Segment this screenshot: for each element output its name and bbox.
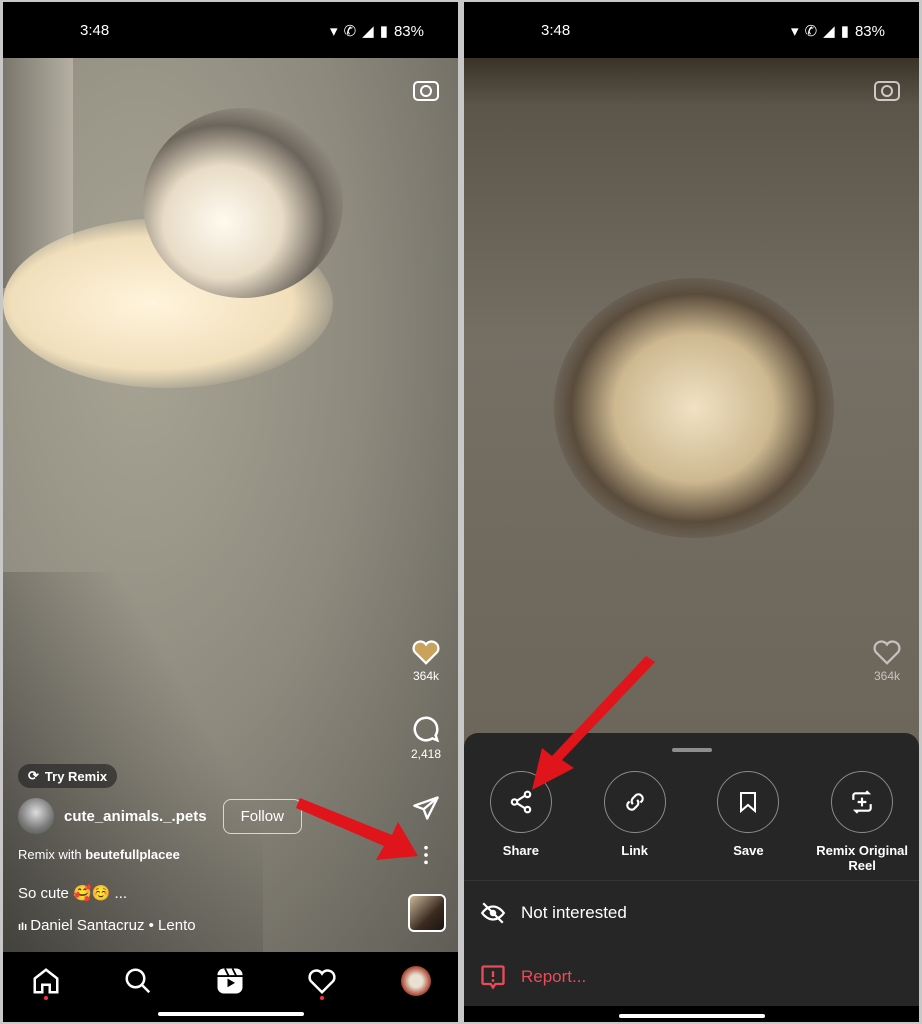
save-button[interactable]: Save [692,771,806,873]
audio-thumbnail[interactable] [408,894,446,932]
wifi-icon: ▾ [330,23,338,40]
activity-notification-dot [320,996,324,1000]
battery-icon: ▮ [840,23,849,40]
remix-original-reel-button[interactable]: Remix Original Reel [805,771,919,873]
reel-options-screen: 3:48 ▾ ✆ ◢ ▮ 83% 364k Share Link Save Remix … [464,2,919,1022]
eye-off-icon [480,902,506,924]
send-icon[interactable] [406,794,446,822]
gesture-bar [157,1012,304,1016]
divider [464,880,919,881]
signal-icon: ◢ [362,23,374,40]
author-avatar[interactable] [18,798,54,834]
like-icon[interactable] [411,638,441,666]
link-button[interactable]: Link [578,771,692,873]
try-remix-button[interactable]: ⟳ Try Remix [18,764,118,788]
link-icon [625,793,644,811]
remix-user-link[interactable]: beutefullplacee [85,847,180,862]
report-option[interactable]: Report... [479,963,586,991]
author-username[interactable]: cute_animals._.pets [64,808,207,825]
like-count: 364k [873,669,901,683]
home-notification-dot [44,996,48,1000]
battery-level: 83% [854,22,885,40]
status-bar: 3:48 ▾ ✆ ◢ ▮ 83% [464,2,919,58]
activity-heart-icon[interactable] [307,966,337,996]
remix-credit: Remix with beutefullplacee [18,847,180,862]
comment-count: 2,418 [410,747,442,761]
gesture-bar [618,1014,765,1018]
battery-icon: ▮ [379,23,388,40]
camera-icon[interactable] [412,78,440,102]
report-icon [481,965,505,990]
comment-icon[interactable] [411,714,441,744]
puppy-head [143,108,343,298]
like-count: 364k [412,669,440,683]
bottom-nav [3,952,458,1022]
profile-avatar[interactable] [401,966,431,996]
not-interested-option[interactable]: Not interested [479,900,627,926]
follow-button[interactable]: Follow [222,798,302,834]
puppy [554,278,834,538]
home-icon[interactable] [31,966,61,996]
remix-icon: ⟳ [28,768,39,783]
status-time: 3:48 [80,22,110,39]
audio-link[interactable]: ıIı Daniel Santacruz • Lento [18,917,196,934]
remix-icon [852,790,872,814]
wifi-icon: ▾ [791,23,799,40]
signal-icon: ◢ [823,23,835,40]
options-bottom-sheet: Share Link Save Remix Original Reel Not … [464,733,919,1022]
bookmark-icon [740,792,757,814]
battery-level: 83% [393,22,424,40]
search-icon[interactable] [123,966,153,996]
more-options-icon[interactable] [406,844,446,866]
audio-bars-icon: ıIı [18,921,31,933]
call-icon: ✆ [804,23,818,40]
call-icon: ✆ [343,23,357,40]
share-button[interactable]: Share [464,771,578,873]
like-icon[interactable] [872,638,902,666]
status-bar: 3:48 ▾ ✆ ◢ ▮ 83% [3,2,458,58]
reels-icon[interactable] [215,966,245,996]
camera-icon[interactable] [873,78,901,102]
sheet-drag-handle[interactable] [671,748,712,752]
caption[interactable]: So cute 🥰☺️ ... [18,884,127,902]
status-time: 3:48 [541,22,571,39]
reel-screen: 3:48 ▾ ✆ ◢ ▮ 83% 364k 2,418 ⟳ Try Remix cute_… [3,2,458,1022]
share-icon [510,790,532,814]
